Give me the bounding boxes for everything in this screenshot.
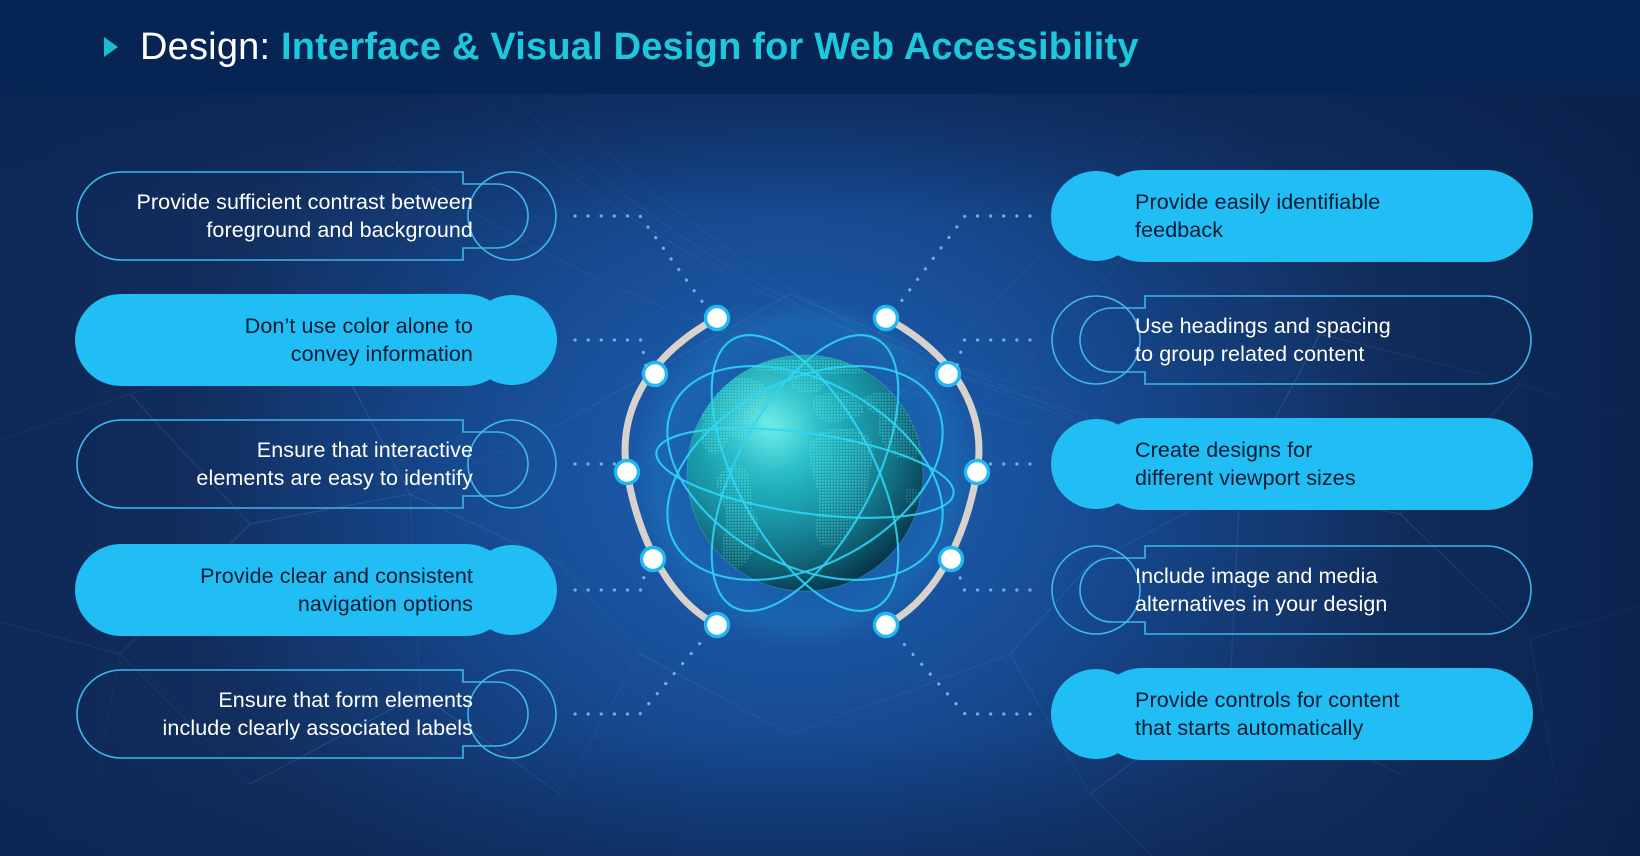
card-right-3-text: Create designs for different viewport siz… [1135,438,1356,490]
page-title-main: Interface & Visual Design for Web Access… [281,25,1139,68]
card-left-3[interactable]: Ensure that interactive elements are easy… [75,418,567,510]
connector-left-4 [573,566,648,592]
card-left-1[interactable]: Provide sufficient contrast between foreg… [75,170,567,262]
play-triangle-icon [104,37,118,57]
card-left-5[interactable]: Ensure that form elements include clearly… [75,668,567,760]
card-left-4-text: Provide clear and consistent navigation o… [200,564,473,616]
card-right-2-text: Use headings and spacing to group related… [1135,314,1391,366]
infographic-canvas: Provide sufficient contrast between foreg… [0,0,1640,856]
card-right-2[interactable]: Use headings and spacing to group related… [1041,294,1533,386]
page-title: Design: Interface & Visual Design for We… [140,26,1139,69]
card-right-3[interactable]: Create designs for different viewport siz… [1041,418,1533,510]
header-bar: Design: Interface & Visual Design for We… [0,0,1640,94]
connector-left-5 [573,634,708,716]
connector-right-4 [955,566,1032,592]
card-left-3-text: Ensure that interactive elements are easy… [196,438,473,490]
card-right-4[interactable]: Include image and media alternatives in y… [1041,544,1533,636]
connector-left-2 [573,338,648,368]
connector-right-5 [895,634,1032,716]
card-right-1-text: Provide easily identifiable feedback [1135,190,1381,242]
card-left-2[interactable]: Don’t use color alone to convey informati… [75,294,567,386]
card-left-5-text: Ensure that form elements include clearly… [162,688,473,740]
card-left-2-text: Don’t use color alone to convey informati… [244,314,473,366]
card-right-4-text: Include image and media alternatives in y… [1135,564,1388,616]
connector-right-1 [895,214,1032,309]
card-right-1[interactable]: Provide easily identifiable feedback [1041,170,1533,262]
page-title-prefix: Design: [140,25,282,68]
card-left-4[interactable]: Provide clear and consistent navigation o… [75,544,567,636]
card-right-5-text: Provide controls for content that starts … [1135,688,1400,740]
card-left-1-text: Provide sufficient contrast between foreg… [136,190,473,242]
card-right-5[interactable]: Provide controls for content that starts … [1041,668,1533,760]
connector-right-2 [955,338,1032,368]
connector-left-1 [573,214,708,309]
